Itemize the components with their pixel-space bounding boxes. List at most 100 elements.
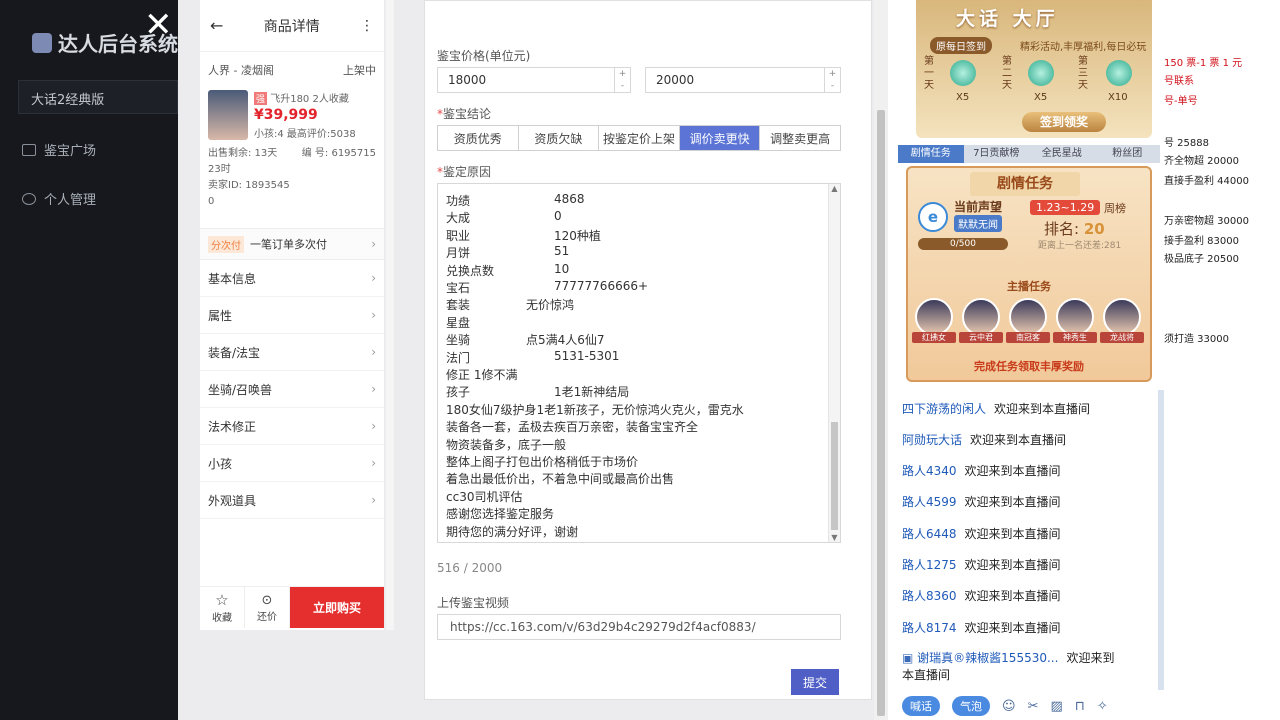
video-url-input[interactable]: https://cc.163.com/v/63d29b4c29279d2f4ac… — [437, 614, 841, 640]
daily-sub: 精彩活动,丰厚福利,每日必玩 — [1020, 42, 1147, 53]
chevron-right-icon: › — [371, 237, 376, 251]
bargain-button[interactable]: ⊙ 还价 — [245, 587, 290, 628]
chat-line: 路人6448 欢迎来到本直播间 — [902, 525, 1061, 542]
chat-line: 路人8360 欢迎来到本直播间 — [902, 587, 1061, 604]
reason-line: 装备各一套，孟极去疾百万亲密，装备宝宝齐全 — [446, 420, 699, 435]
scissors-icon[interactable]: ✂ — [1028, 699, 1039, 714]
nav-item-personal[interactable]: 个人管理 — [22, 189, 96, 208]
item-tag: 强 — [254, 92, 268, 105]
image-icon[interactable]: ▨ — [1050, 699, 1062, 714]
reason-line: 星盘 — [446, 315, 471, 330]
gem-icon — [950, 60, 976, 86]
hero-card[interactable]: 南冠客 — [1006, 298, 1050, 343]
chat-user[interactable]: 阿勋玩大话 — [902, 433, 962, 447]
detail-row[interactable]: 法术修正 › — [200, 408, 384, 445]
realm-row: 人界 - 凌烟阁 上架中 — [200, 52, 384, 88]
hero-card[interactable]: 红拂女 — [912, 298, 956, 343]
nav-label: 个人管理 — [44, 193, 97, 208]
reason-value: 点5满4人6仙7 — [526, 333, 605, 348]
conclusion-option[interactable]: 资质优秀 — [438, 126, 519, 150]
back-icon[interactable]: ← — [210, 16, 223, 35]
game-select[interactable]: 大话2经典版 — [18, 80, 178, 114]
quest-footer[interactable]: 完成任务领取丰厚奖励 — [908, 358, 1150, 374]
reputation-label: 当前声望 — [954, 200, 1003, 214]
bubble-button[interactable]: 气泡 — [952, 696, 990, 716]
price-max-stepper[interactable]: + - — [824, 68, 840, 92]
buy-now-button[interactable]: 立即购买 — [290, 587, 384, 628]
more-icon[interactable]: ⋮ — [360, 18, 374, 34]
daily-signin-pill[interactable]: 原每日签到 — [930, 37, 992, 54]
emoji-icon[interactable]: ☺ — [1002, 699, 1016, 714]
nav-label: 鉴宝广场 — [44, 144, 97, 159]
chat-msg: 欢迎来到本直播间 — [964, 558, 1061, 572]
chat-msg: 欢迎来到本直播间 — [970, 433, 1067, 447]
submit-button[interactable]: 提交 — [791, 669, 839, 695]
close-icon[interactable]: ✕ — [144, 8, 173, 42]
detail-row[interactable]: 装备/法宝 › — [200, 334, 384, 371]
reason-textarea[interactable]: ▲ ▼ 功绩 4868 大成 0 职业 120种植 月饼 51 兑换点数 10 宝石 77777766… — [437, 183, 841, 543]
remaining-time: 出售剩余: 13天23时 — [208, 148, 278, 175]
conclusion-option[interactable]: 调整卖更高 — [760, 126, 840, 150]
sparkle-icon[interactable]: ✧ — [1097, 699, 1108, 714]
item-card[interactable]: 强 飞升180 2人收藏 ¥39,999 小孩:4 最高评价:5038 — [200, 88, 384, 142]
reason-line: 套装 — [446, 298, 471, 313]
detail-row[interactable]: 外观道具 › — [200, 482, 384, 519]
day-2: 第二天 — [1002, 56, 1012, 91]
conclusion-option[interactable]: 按鉴定价上架 — [599, 126, 680, 150]
textarea-scroll-thumb[interactable] — [831, 422, 838, 530]
chat-user[interactable]: 路人4340 — [902, 464, 957, 478]
favorite-button[interactable]: ☆ 收藏 — [200, 587, 245, 628]
modal-scroll-thumb[interactable] — [877, 110, 885, 716]
char-counter: 516 / 2000 — [437, 561, 503, 575]
reason-line: 感谢您选择鉴定服务 — [446, 507, 555, 522]
hero-card[interactable]: 神秀生 — [1053, 298, 1097, 343]
appraisal-modal: ← 商品详情 ⋮ 人界 - 凌烟阁 上架中 强 飞升180 2人收藏 ¥39,9… — [178, 0, 888, 720]
side-note: 150 票-1 票 1 元 — [1164, 58, 1243, 69]
chat-msg: 欢迎来到本直播间 — [964, 589, 1061, 603]
hero-name: 云中君 — [959, 332, 1003, 343]
conclusion-option[interactable]: 调价卖更快 — [679, 126, 761, 150]
gem-icon — [1106, 60, 1132, 86]
price-min-input[interactable]: 18000 + - — [437, 67, 631, 93]
chat-line: 路人8174 欢迎来到本直播间 — [902, 619, 1061, 636]
phone-scrollbar[interactable] — [386, 0, 394, 630]
detail-row[interactable]: 坐骑/召唤兽 › — [200, 371, 384, 408]
week-range: 1.23~1.29 — [1030, 200, 1101, 215]
chat-user[interactable]: 路人6448 — [902, 527, 957, 541]
chat-user[interactable]: 路人8360 — [902, 589, 957, 603]
detail-row[interactable]: 小孩 › — [200, 445, 384, 482]
sign-in-button[interactable]: 签到领奖 — [1022, 112, 1106, 132]
stream-tab[interactable]: 剧情任务 — [898, 145, 964, 163]
chat-toolbar: 喊话 气泡 ☺ ✂ ▨ ⊓ ✧ — [888, 692, 1280, 720]
hero-card[interactable]: 龙战将 — [1100, 298, 1144, 343]
chat-user[interactable]: 路人1275 — [902, 558, 957, 572]
chat-user[interactable]: 谢瑞真®辣椒酱155530... — [917, 651, 1058, 665]
chat-user[interactable]: 四下游荡的闲人 — [902, 402, 986, 416]
conclusion-segmented: 资质优秀 资质欠缺 按鉴定价上架 调价卖更快 调整卖更高 — [437, 125, 841, 151]
detail-row[interactable]: 属性 › — [200, 297, 384, 334]
lock-icon[interactable]: ⊓ — [1075, 699, 1085, 714]
shout-button[interactable]: 喊话 — [902, 696, 940, 716]
chat-scrollbar[interactable] — [1158, 390, 1164, 690]
chat-user[interactable]: 路人4599 — [902, 495, 957, 509]
reason-value: 0 — [554, 209, 562, 224]
installment-row[interactable]: 分次付 一笔订单多次付 › — [200, 228, 384, 260]
stream-tab[interactable]: 全民星战 — [1029, 145, 1095, 163]
nav-item-appraisal-square[interactable]: 鉴宝广场 — [22, 140, 96, 159]
stream-tab[interactable]: 7日贡献榜 — [964, 145, 1030, 163]
reason-line: 着急出最低价出，不着急中间或最高价出售 — [446, 472, 675, 487]
side-note: 万亲密物超 30000 — [1164, 216, 1249, 227]
textarea-scrollbar[interactable]: ▲ ▼ — [828, 184, 840, 542]
modal-scrollbar[interactable] — [874, 0, 888, 720]
chevron-right-icon: › — [371, 419, 376, 433]
stream-tab[interactable]: 粉丝团 — [1095, 145, 1161, 163]
price-max-input[interactable]: 20000 + - — [645, 67, 841, 93]
video-label: 上传鉴宝视频 — [437, 596, 510, 610]
price-min-stepper[interactable]: + - — [614, 68, 630, 92]
hero-card[interactable]: 云中君 — [959, 298, 1003, 343]
chat-user[interactable]: 路人8174 — [902, 621, 957, 635]
reason-line: 职业 — [446, 228, 471, 243]
detail-row[interactable]: 基本信息 › — [200, 260, 384, 297]
conclusion-option[interactable]: 资质欠缺 — [519, 126, 600, 150]
reputation-progress: 0/500 — [918, 238, 1008, 250]
